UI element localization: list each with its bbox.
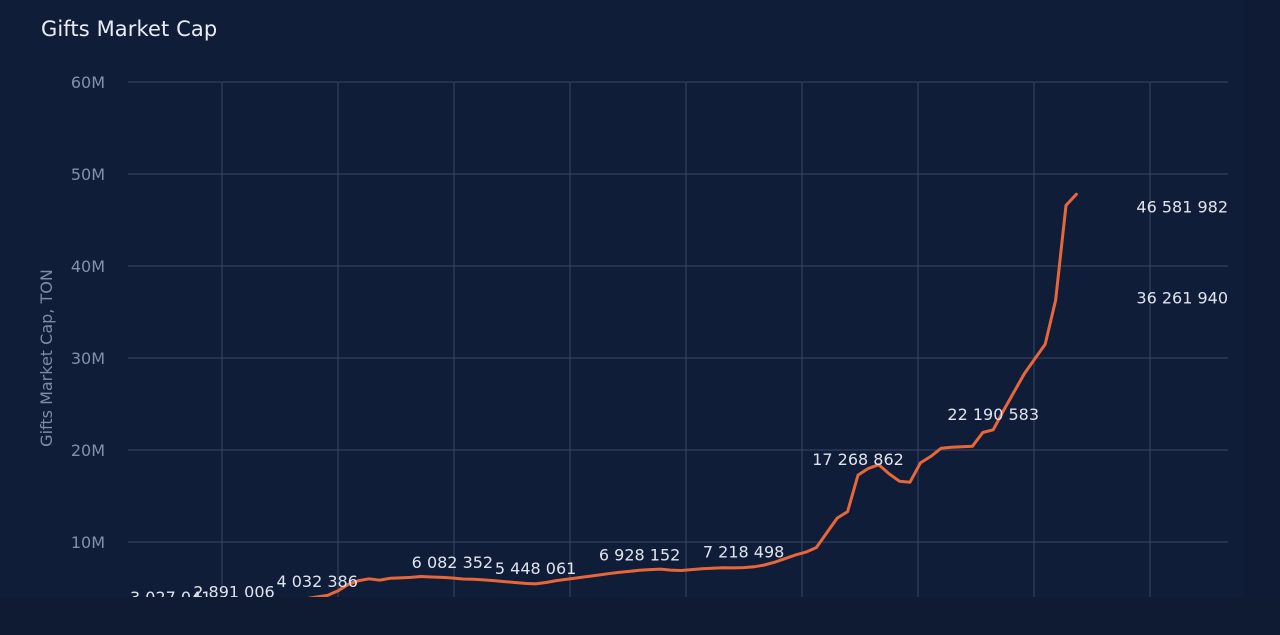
grid — [128, 81, 1228, 597]
data-label: 6 082 352 — [412, 553, 493, 572]
y-tick-label: 50M — [71, 165, 105, 184]
data-label: 46 581 982 — [1136, 197, 1228, 216]
data-label: 6 928 152 — [599, 545, 680, 564]
data-labels: 3 027 0412 891 0064 032 3866 082 3525 44… — [130, 197, 1228, 597]
y-tick-label: 30M — [71, 349, 105, 368]
data-label: 36 261 940 — [1136, 288, 1228, 307]
data-label: 7 218 498 — [703, 543, 784, 562]
data-label: 5 448 061 — [495, 559, 576, 578]
y-axis-ticks: 10M 20M 30M 40M 50M 60M — [71, 73, 105, 552]
y-tick-label: 20M — [71, 441, 105, 460]
data-label: 2 891 006 — [193, 582, 274, 597]
y-tick-label: 60M — [71, 73, 105, 92]
y-axis-label: Gifts Market Cap, TON — [37, 269, 56, 447]
data-label: 4 032 386 — [276, 572, 357, 591]
y-tick-label: 10M — [71, 533, 105, 552]
line-chart: 10M 20M 30M 40M 50M 60M Gifts Market Cap, TON… — [37, 73, 1228, 597]
bottom-strip — [0, 597, 1280, 635]
data-label: 17 268 862 — [812, 450, 904, 469]
data-label: 22 190 583 — [947, 405, 1039, 424]
chart-panel: Gifts Market Cap 10M 20M 30M 40M 50M 60M Gift… — [0, 0, 1244, 597]
y-tick-label: 40M — [71, 257, 105, 276]
series-line — [307, 192, 1078, 597]
